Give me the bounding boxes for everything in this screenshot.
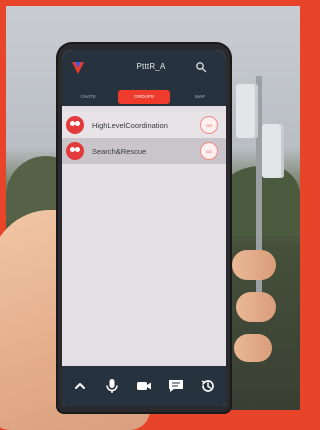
bottom-action-bar xyxy=(62,366,226,406)
tab-chats[interactable]: CHATS xyxy=(62,90,114,104)
history-icon[interactable] xyxy=(199,377,217,395)
app-title: PtttR_A xyxy=(136,62,166,71)
microphone-icon[interactable] xyxy=(103,377,121,395)
chevron-up-icon[interactable] xyxy=(71,377,89,395)
group-name: HighLevelCoordination xyxy=(92,120,168,130)
search-icon[interactable] xyxy=(195,61,207,73)
group-join-button[interactable]: GO xyxy=(200,142,218,160)
tab-bar: CHATS GROUPS MAP xyxy=(62,88,226,106)
group-avatar-icon xyxy=(66,142,84,160)
chat-icon[interactable] xyxy=(167,377,185,395)
group-join-button[interactable]: GO xyxy=(200,116,218,134)
finger xyxy=(236,292,276,322)
finger xyxy=(232,250,276,280)
group-list-item[interactable]: HighLevelCoordination GO xyxy=(62,112,226,138)
group-avatar-icon xyxy=(66,116,84,134)
phone-screen: PtttR_A CHATS GROUPS MAP HighLevelCoordi… xyxy=(62,50,226,406)
video-camera-icon[interactable] xyxy=(135,377,153,395)
tab-map[interactable]: MAP xyxy=(174,90,226,104)
antenna-panel xyxy=(262,124,284,178)
tab-groups[interactable]: GROUPS xyxy=(118,90,170,104)
group-name: Search&Rescue xyxy=(92,146,147,156)
antenna-panel xyxy=(236,84,258,138)
app-logo-icon xyxy=(72,62,84,74)
app-header: PtttR_A xyxy=(62,50,226,88)
group-list-item[interactable]: Search&Rescue GO xyxy=(62,138,226,164)
finger xyxy=(234,334,272,362)
